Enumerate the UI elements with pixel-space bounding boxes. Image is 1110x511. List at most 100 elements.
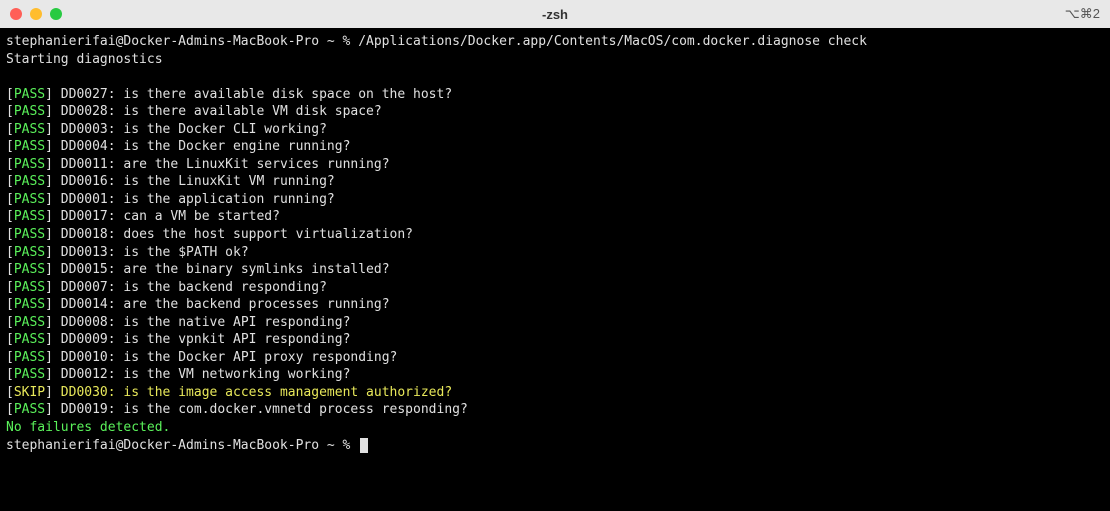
status-label: PASS: [14, 192, 45, 207]
check-desc: are the backend processes running?: [123, 297, 389, 312]
bracket-open: [: [6, 350, 14, 365]
check-line: [PASS] DD0009: is the vpnkit API respond…: [6, 331, 1104, 349]
check-desc: is the Docker engine running?: [123, 139, 350, 154]
check-code: DD0030:: [53, 385, 123, 400]
check-line: [PASS] DD0013: is the $PATH ok?: [6, 244, 1104, 262]
close-icon[interactable]: [10, 8, 22, 20]
bracket-open: [: [6, 245, 14, 260]
bracket-open: [: [6, 174, 14, 189]
status-label: PASS: [14, 174, 45, 189]
check-desc: is the native API responding?: [123, 315, 350, 330]
check-code: DD0010:: [53, 350, 123, 365]
check-line: [PASS] DD0014: are the backend processes…: [6, 296, 1104, 314]
check-code: DD0008:: [53, 315, 123, 330]
prompt-line-2: stephanierifai@Docker-Admins-MacBook-Pro…: [6, 437, 1104, 455]
check-code: DD0003:: [53, 122, 123, 137]
status-label: PASS: [14, 315, 45, 330]
bracket-open: [: [6, 315, 14, 330]
check-desc: is there available VM disk space?: [123, 104, 381, 119]
bracket-close: ]: [45, 332, 53, 347]
check-code: DD0004:: [53, 139, 123, 154]
bracket-open: [: [6, 385, 14, 400]
status-label: PASS: [14, 402, 45, 417]
bracket-close: ]: [45, 174, 53, 189]
bracket-close: ]: [45, 139, 53, 154]
check-code: DD0011:: [53, 157, 123, 172]
status-label: PASS: [14, 297, 45, 312]
footer-line: No failures detected.: [6, 419, 1104, 437]
prompt-2: stephanierifai@Docker-Admins-MacBook-Pro…: [6, 438, 350, 453]
bracket-open: [: [6, 402, 14, 417]
status-label: PASS: [14, 262, 45, 277]
bracket-close: ]: [45, 262, 53, 277]
blank-line: [6, 68, 1104, 86]
bracket-close: ]: [45, 350, 53, 365]
bracket-open: [: [6, 367, 14, 382]
status-label: PASS: [14, 350, 45, 365]
check-line: [PASS] DD0019: is the com.docker.vmnetd …: [6, 401, 1104, 419]
check-code: DD0015:: [53, 262, 123, 277]
check-desc: can a VM be started?: [123, 209, 280, 224]
bracket-close: ]: [45, 227, 53, 242]
minimize-icon[interactable]: [30, 8, 42, 20]
bracket-close: ]: [45, 157, 53, 172]
checks-list: [PASS] DD0027: is there available disk s…: [6, 86, 1104, 419]
starting-line: Starting diagnostics: [6, 51, 1104, 69]
check-line: [PASS] DD0003: is the Docker CLI working…: [6, 121, 1104, 139]
check-desc: is the $PATH ok?: [123, 245, 248, 260]
bracket-close: ]: [45, 209, 53, 224]
bracket-open: [: [6, 157, 14, 172]
check-code: DD0001:: [53, 192, 123, 207]
check-line: [PASS] DD0011: are the LinuxKit services…: [6, 156, 1104, 174]
bracket-open: [: [6, 332, 14, 347]
check-desc: is the image access management authorize…: [123, 385, 452, 400]
bracket-close: ]: [45, 104, 53, 119]
check-code: DD0012:: [53, 367, 123, 382]
check-code: DD0027:: [53, 87, 123, 102]
check-line: [PASS] DD0028: is there available VM dis…: [6, 103, 1104, 121]
zoom-icon[interactable]: [50, 8, 62, 20]
bracket-close: ]: [45, 122, 53, 137]
check-desc: is the backend responding?: [123, 280, 327, 295]
status-label: SKIP: [14, 385, 45, 400]
status-label: PASS: [14, 280, 45, 295]
check-code: DD0017:: [53, 209, 123, 224]
titlebar: -zsh ⌥⌘2: [0, 0, 1110, 28]
bracket-close: ]: [45, 297, 53, 312]
check-code: DD0016:: [53, 174, 123, 189]
bracket-close: ]: [45, 402, 53, 417]
terminal-body[interactable]: stephanierifai@Docker-Admins-MacBook-Pro…: [0, 28, 1110, 511]
status-label: PASS: [14, 104, 45, 119]
check-code: DD0028:: [53, 104, 123, 119]
bracket-open: [: [6, 192, 14, 207]
bracket-open: [: [6, 209, 14, 224]
check-line: [PASS] DD0004: is the Docker engine runn…: [6, 138, 1104, 156]
check-desc: is the com.docker.vmnetd process respond…: [123, 402, 467, 417]
check-code: DD0007:: [53, 280, 123, 295]
check-line: [PASS] DD0016: is the LinuxKit VM runnin…: [6, 173, 1104, 191]
traffic-lights: [10, 8, 62, 20]
prompt-line: stephanierifai@Docker-Admins-MacBook-Pro…: [6, 33, 1104, 51]
check-desc: is the vpnkit API responding?: [123, 332, 350, 347]
check-line: [SKIP] DD0030: is the image access manag…: [6, 384, 1104, 402]
check-desc: is the Docker API proxy responding?: [123, 350, 397, 365]
check-code: DD0018:: [53, 227, 123, 242]
status-label: PASS: [14, 87, 45, 102]
bracket-open: [: [6, 122, 14, 137]
check-desc: are the LinuxKit services running?: [123, 157, 389, 172]
check-desc: is the Docker CLI working?: [123, 122, 327, 137]
bracket-open: [: [6, 297, 14, 312]
check-line: [PASS] DD0001: is the application runnin…: [6, 191, 1104, 209]
bracket-open: [: [6, 87, 14, 102]
status-label: PASS: [14, 332, 45, 347]
bracket-close: ]: [45, 315, 53, 330]
check-desc: is the VM networking working?: [123, 367, 350, 382]
check-line: [PASS] DD0012: is the VM networking work…: [6, 366, 1104, 384]
bracket-close: ]: [45, 280, 53, 295]
window-shortcut: ⌥⌘2: [1065, 6, 1100, 22]
check-line: [PASS] DD0027: is there available disk s…: [6, 86, 1104, 104]
status-label: PASS: [14, 122, 45, 137]
prompt: stephanierifai@Docker-Admins-MacBook-Pro…: [6, 34, 350, 49]
check-desc: is the LinuxKit VM running?: [123, 174, 334, 189]
bracket-close: ]: [45, 385, 53, 400]
